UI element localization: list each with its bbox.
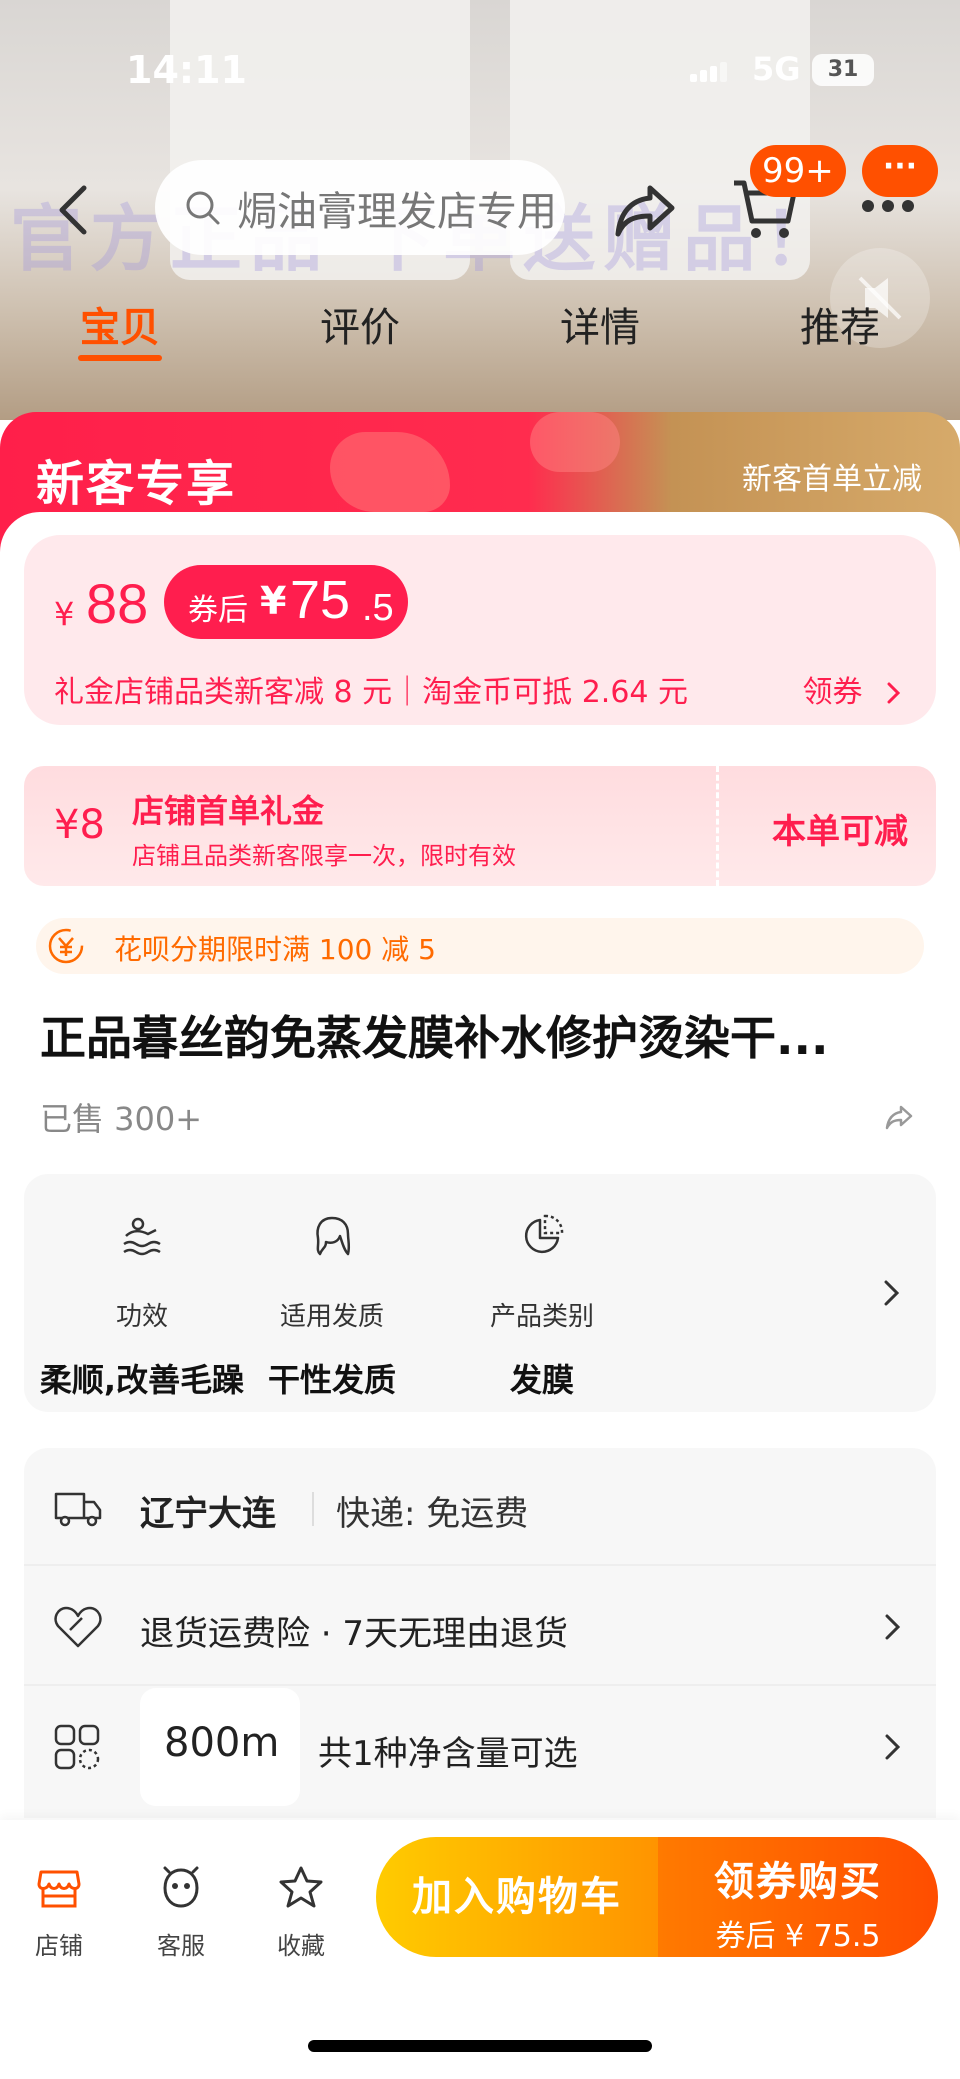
network-label: 5G [752, 50, 801, 88]
chevron-right-icon [885, 1734, 901, 1760]
store-icon [37, 1870, 81, 1908]
chevron-left-icon [59, 185, 87, 235]
option-chip-label: 800m [164, 1720, 280, 1766]
buy-subtitle: 券后 ¥ 75.5 [715, 1919, 881, 1954]
battery-icon: 31 [812, 54, 874, 86]
share-button[interactable] [612, 180, 678, 240]
share-icon [615, 185, 675, 237]
returns-text: 退货运费险 · 7天无理由退货 [140, 1614, 569, 1654]
coupon-divider [716, 766, 719, 886]
price-card: ¥ 88 券后 ¥ 75 .5 礼金店铺品类新客减 8 元｜淘金币可抵 2.64… [24, 535, 936, 725]
share-icon[interactable] [884, 1104, 914, 1130]
chevron-right-icon [887, 682, 901, 704]
service-face-icon [163, 1866, 199, 1908]
star-icon [279, 1866, 323, 1908]
tab-baobei[interactable]: 宝贝 [60, 295, 180, 353]
chevron-right-icon [884, 1280, 900, 1306]
service-label: 客服 [157, 1932, 205, 1960]
signal-icon [690, 60, 730, 82]
swim-icon [123, 1217, 161, 1256]
chevron-right-icon [885, 1614, 901, 1640]
tab-reviews[interactable]: 评价 [300, 295, 420, 353]
coupon-subtitle: 店铺且品类新客限享一次，限时有效 [132, 842, 516, 870]
favorite-label: 收藏 [277, 1932, 325, 1960]
yen-icon [48, 928, 84, 964]
returns-row[interactable]: 退货运费险 · 7天无理由退货 [24, 1568, 936, 1686]
decor-shape [330, 432, 450, 512]
tab-details[interactable]: 详情 [540, 295, 660, 353]
back-button[interactable] [50, 180, 100, 240]
product-attributes[interactable]: 功效 柔顺,改善毛躁 适用发质 干性发质 产品类别 发膜 [24, 1174, 936, 1412]
attribute-category: 产品类别 发膜 [422, 1212, 662, 1401]
buy-title: 领券购买 [714, 1859, 882, 1905]
tab-bar: 宝贝 评价 详情 推荐 [0, 295, 960, 375]
search-input[interactable]: 焗油膏理发店专用 [155, 160, 565, 255]
hair-icon [316, 1216, 351, 1256]
status-time: 14:11 [126, 48, 247, 92]
customer-service-button[interactable]: 客服 [136, 1864, 226, 1961]
coupon-price-currency: ¥ [260, 579, 287, 623]
attribute-value: 干性发质 [267, 1361, 396, 1399]
shipping-method: 快递: 免运费 [336, 1494, 529, 1534]
option-chip[interactable]: 800m [140, 1688, 300, 1806]
coupon-price-integer: 75 [290, 570, 351, 630]
shop-label: 店铺 [35, 1932, 83, 1960]
sold-count: 已售 300+ [40, 1100, 203, 1138]
add-to-cart-button[interactable]: 加入购物车 [376, 1837, 658, 1957]
attribute-label: 产品类别 [489, 1302, 594, 1332]
search-placeholder: 焗油膏理发店专用 [237, 188, 557, 235]
options-text: 共1种净含量可选 [318, 1734, 578, 1774]
coupon-title: 店铺首单礼金 [132, 792, 325, 830]
installment-banner[interactable]: 花呗分期限时满 100 减 5 [36, 918, 924, 974]
shipping-row[interactable]: 辽宁大连 快递: 免运费 [24, 1448, 936, 1566]
home-indicator [308, 2040, 652, 2052]
service-info: 辽宁大连 快递: 免运费 退货运费险 · 7天无理由退货 800m 共1种净含量… [24, 1448, 936, 1818]
search-icon [186, 191, 220, 224]
coupon-action[interactable]: 本单可减 [772, 804, 908, 853]
status-bar: 14:11 5G 31 [0, 40, 960, 100]
installment-text: 花呗分期限时满 100 减 5 [114, 933, 436, 966]
price-currency: ¥ [54, 595, 75, 633]
grid-icon [54, 1724, 100, 1770]
coupon-price-decimal: .5 [362, 587, 394, 629]
cart-count-badge: 99+ [750, 145, 846, 197]
favorite-button[interactable]: 收藏 [256, 1864, 346, 1961]
get-coupon-label: 领券 [802, 675, 863, 710]
coupon-price-badge: 券后 ¥ 75 .5 [164, 565, 408, 639]
pie-icon [524, 1214, 564, 1254]
get-coupon-link[interactable]: 领券 [802, 667, 902, 711]
coupon-amount: ¥8 [54, 802, 105, 848]
ship-from-location: 辽宁大连 [140, 1494, 276, 1534]
decor-shape [530, 412, 620, 472]
truck-icon [54, 1492, 102, 1527]
attribute-value: 发膜 [509, 1361, 574, 1399]
promo-title: 新客专享 [36, 456, 237, 512]
product-title: 正品暮丝韵免蒸发膜补水修护烫染干... [40, 1011, 829, 1065]
buy-with-coupon-button[interactable]: 领券购买 券后 ¥ 75.5 [658, 1837, 938, 1957]
attribute-hair-type: 适用发质 干性发质 [212, 1212, 452, 1401]
attribute-label: 适用发质 [279, 1302, 384, 1332]
promo-right-text: 新客首单立减 [742, 462, 922, 497]
shop-coupon-card[interactable]: ¥8 店铺首单礼金 店铺且品类新客限享一次，限时有效 本单可减 [24, 766, 936, 886]
tab-recommend[interactable]: 推荐 [780, 295, 900, 353]
more-dots-icon [862, 200, 914, 212]
coupon-price-label: 券后 [188, 593, 248, 628]
options-row[interactable]: 800m 共1种净含量可选 [24, 1688, 936, 1806]
tab-active-indicator [78, 355, 162, 361]
shop-button[interactable]: 店铺 [14, 1864, 104, 1961]
original-price: 88 [86, 572, 149, 635]
discount-description: 礼金店铺品类新客减 8 元｜淘金币可抵 2.64 元 [54, 675, 689, 710]
more-button[interactable]: ··· [862, 145, 938, 197]
heart-shield-icon [54, 1606, 102, 1648]
row-divider [312, 1492, 314, 1526]
